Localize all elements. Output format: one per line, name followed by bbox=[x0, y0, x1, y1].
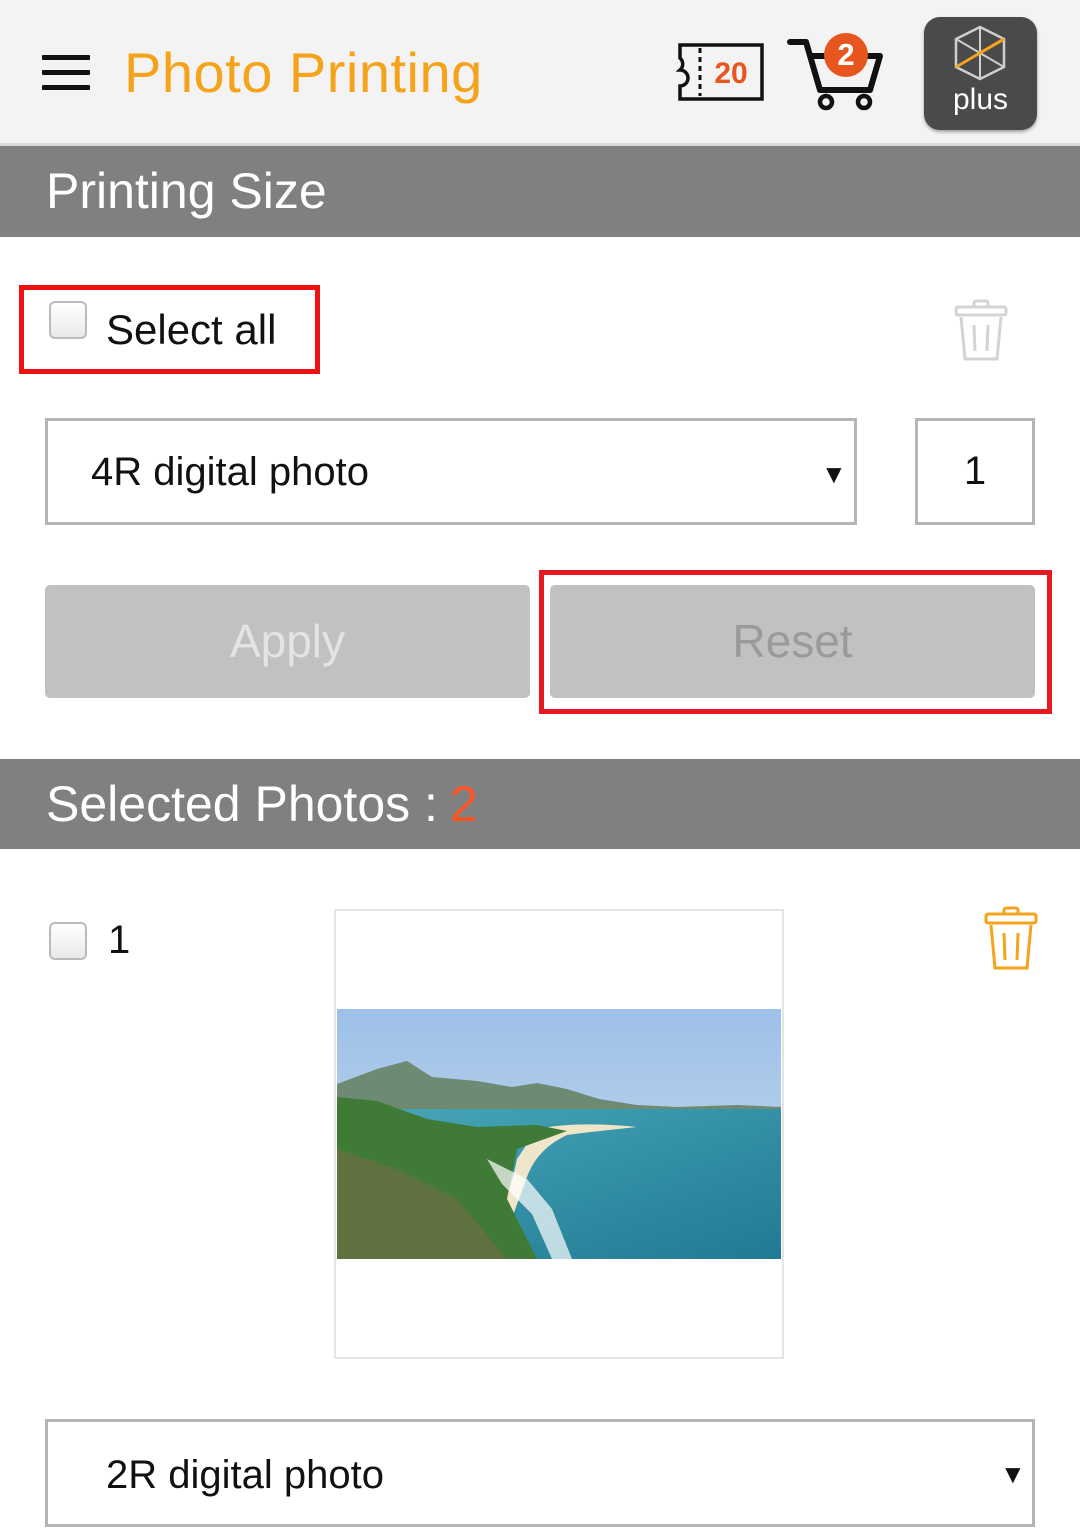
selected-photos-header: Selected Photos :2 bbox=[0, 759, 1080, 849]
selected-photos-title: Selected Photos :2 bbox=[46, 776, 478, 832]
cart-count-badge: 2 bbox=[824, 33, 868, 77]
printing-size-select[interactable]: 4R digital photo ▼ bbox=[45, 418, 857, 525]
selected-photos-count: 2 bbox=[449, 776, 478, 832]
photo-size-value: 2R digital photo bbox=[106, 1453, 384, 1497]
photo-size-select[interactable]: 2R digital photo ▼ bbox=[45, 1419, 1035, 1527]
select-all-checkbox[interactable] bbox=[49, 301, 87, 339]
printing-size-value: 4R digital photo bbox=[91, 450, 369, 494]
printing-size-title: Printing Size bbox=[46, 163, 327, 219]
dropdown-arrow-icon: ▼ bbox=[821, 459, 847, 489]
plus-label: plus bbox=[952, 83, 1009, 116]
dropdown-arrow-icon: ▼ bbox=[1000, 1459, 1026, 1489]
select-all-label[interactable]: Select all bbox=[106, 306, 276, 354]
app-title: Photo Printing bbox=[124, 41, 483, 104]
delete-photo-trash-icon[interactable] bbox=[984, 906, 1038, 972]
hamburger-menu-icon[interactable] bbox=[42, 55, 90, 91]
reset-highlight bbox=[539, 570, 1052, 714]
photo-number: 1 bbox=[108, 918, 131, 962]
trash-icon[interactable] bbox=[954, 299, 1008, 363]
coupon-count: 20 bbox=[714, 57, 747, 90]
photo-thumbnail[interactable] bbox=[337, 1009, 781, 1259]
printing-size-header: Printing Size bbox=[0, 146, 1080, 237]
coupon-icon[interactable]: 20 bbox=[675, 42, 766, 102]
photo-checkbox[interactable] bbox=[49, 922, 87, 960]
app-bar: Photo Printing 20 2 plus bbox=[0, 0, 1080, 146]
quantity-input[interactable]: 1 bbox=[915, 418, 1035, 525]
apply-button[interactable]: Apply bbox=[45, 585, 530, 698]
plus-logo-icon[interactable]: plus bbox=[924, 17, 1037, 130]
